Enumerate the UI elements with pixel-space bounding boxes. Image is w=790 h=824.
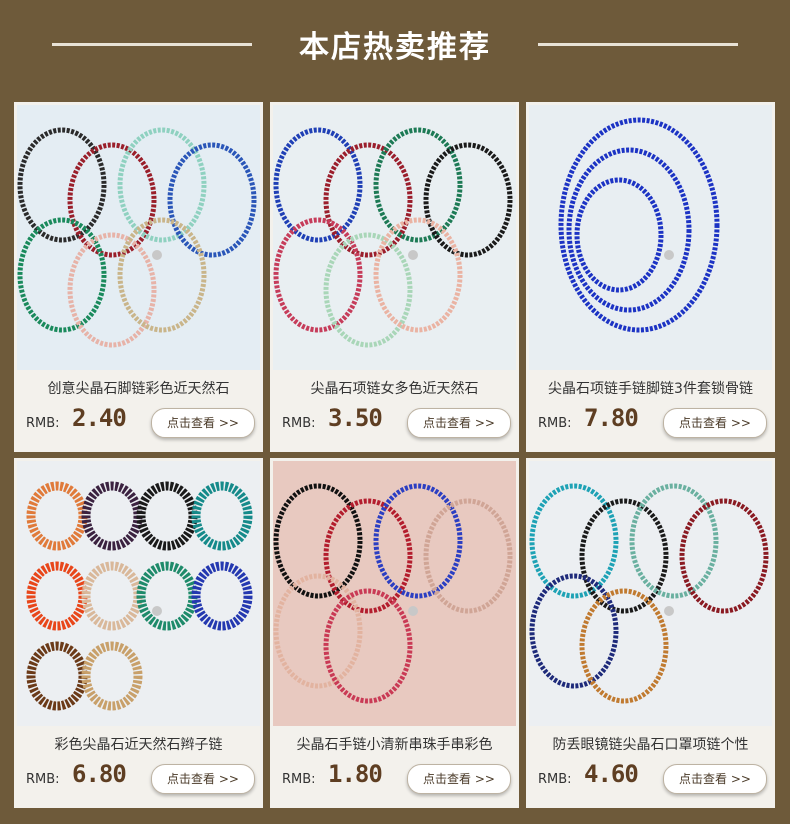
product-grid: 创意尖晶石脚链彩色近天然石 RMB: 2.40 点击查看 >> 尖晶石项链女多色…: [14, 102, 776, 816]
product-image[interactable]: [529, 461, 772, 726]
clasp-icon: [664, 250, 674, 260]
bead-strand: [579, 498, 669, 614]
product-image[interactable]: [273, 105, 516, 370]
product-photo: [529, 483, 769, 704]
clasp-icon: [152, 606, 162, 616]
product-photo: [273, 127, 513, 348]
bead-strand: [323, 232, 413, 348]
bead-strand: [273, 573, 363, 689]
view-details-button[interactable]: 点击查看 >>: [663, 764, 767, 794]
product-card[interactable]: 防丢眼镜链尖晶石口罩项链个性 RMB: 4.60 点击查看 >>: [526, 458, 775, 808]
product-photo: [26, 481, 253, 711]
currency-label: RMB:: [282, 416, 316, 431]
product-photo: [17, 127, 257, 348]
bead-strand: [273, 217, 363, 333]
bead-strand: [579, 588, 669, 704]
product-card[interactable]: 尖晶石手链小清新串珠手串彩色 RMB: 1.80 点击查看 >>: [270, 458, 519, 808]
bead-strand: [191, 561, 253, 631]
bead-strand: [373, 217, 463, 333]
bead-strand: [117, 217, 207, 333]
bead-strand: [629, 483, 719, 599]
bead-strand: [679, 498, 769, 614]
section-header: 本店热卖推荐: [0, 0, 790, 88]
bead-strand: [273, 483, 363, 599]
bead-strand: [323, 142, 413, 258]
bead-strand: [373, 483, 463, 599]
product-image[interactable]: [17, 105, 260, 370]
currency-label: RMB:: [538, 416, 572, 431]
bead-strand: [323, 498, 413, 614]
bead-strand: [17, 127, 107, 243]
bead-strand: [81, 481, 143, 551]
product-photo: [273, 483, 513, 704]
bead-strand: [26, 481, 88, 551]
bead-strand: [191, 481, 253, 551]
product-name[interactable]: 尖晶石项链手链脚链3件套锁骨链: [526, 378, 775, 398]
product-name[interactable]: 尖晶石项链女多色近天然石: [270, 378, 519, 398]
currency-label: RMB:: [26, 772, 60, 787]
product-image[interactable]: [529, 105, 772, 370]
product-card[interactable]: 尖晶石项链手链脚链3件套锁骨链 RMB: 7.80 点击查看 >>: [526, 102, 775, 452]
bead-strand: [136, 481, 198, 551]
bead-strand: [17, 217, 107, 333]
bead-strand: [67, 232, 157, 348]
product-image[interactable]: [17, 461, 260, 726]
view-details-button[interactable]: 点击查看 >>: [663, 408, 767, 438]
product-price: 6.80: [72, 760, 127, 788]
view-details-button[interactable]: 点击查看 >>: [151, 764, 255, 794]
bead-strand: [423, 142, 513, 258]
currency-label: RMB:: [26, 416, 60, 431]
product-price: 7.80: [584, 404, 639, 432]
view-details-button[interactable]: 点击查看 >>: [407, 408, 511, 438]
product-card[interactable]: 彩色尖晶石近天然石辫子链 RMB: 6.80 点击查看 >>: [14, 458, 263, 808]
clasp-icon: [408, 250, 418, 260]
product-name[interactable]: 尖晶石手链小清新串珠手串彩色: [270, 734, 519, 754]
view-details-button[interactable]: 点击查看 >>: [151, 408, 255, 438]
bead-strand: [529, 573, 619, 689]
product-price: 3.50: [328, 404, 383, 432]
clasp-icon: [152, 250, 162, 260]
product-name[interactable]: 防丢眼镜链尖晶石口罩项链个性: [526, 734, 775, 754]
bead-strand: [529, 483, 619, 599]
product-price: 2.40: [72, 404, 127, 432]
bead-strand: [574, 177, 664, 293]
product-price: 1.80: [328, 760, 383, 788]
product-price: 4.60: [584, 760, 639, 788]
product-name[interactable]: 彩色尖晶石近天然石辫子链: [14, 734, 263, 754]
bead-strand: [273, 127, 363, 243]
bead-strand: [81, 641, 143, 711]
bead-strand: [117, 127, 207, 243]
product-name[interactable]: 创意尖晶石脚链彩色近天然石: [14, 378, 263, 398]
bead-strand: [167, 142, 257, 258]
clasp-icon: [408, 606, 418, 616]
section-title: 本店热卖推荐: [299, 30, 491, 65]
bead-strand: [558, 117, 720, 333]
clasp-icon: [664, 606, 674, 616]
bead-strand: [26, 641, 88, 711]
view-details-button[interactable]: 点击查看 >>: [407, 764, 511, 794]
bead-strand: [67, 142, 157, 258]
bead-strand: [373, 127, 463, 243]
bead-strand: [323, 588, 413, 704]
bead-strand: [136, 561, 198, 631]
header-divider-left: [52, 43, 252, 46]
bead-strand: [423, 498, 513, 614]
bead-strand: [26, 561, 88, 631]
product-card[interactable]: 尖晶石项链女多色近天然石 RMB: 3.50 点击查看 >>: [270, 102, 519, 452]
product-image[interactable]: [273, 461, 516, 726]
currency-label: RMB:: [538, 772, 572, 787]
header-divider-right: [538, 43, 738, 46]
currency-label: RMB:: [282, 772, 316, 787]
product-card[interactable]: 创意尖晶石脚链彩色近天然石 RMB: 2.40 点击查看 >>: [14, 102, 263, 452]
product-photo: [558, 117, 720, 333]
bead-strand: [81, 561, 143, 631]
